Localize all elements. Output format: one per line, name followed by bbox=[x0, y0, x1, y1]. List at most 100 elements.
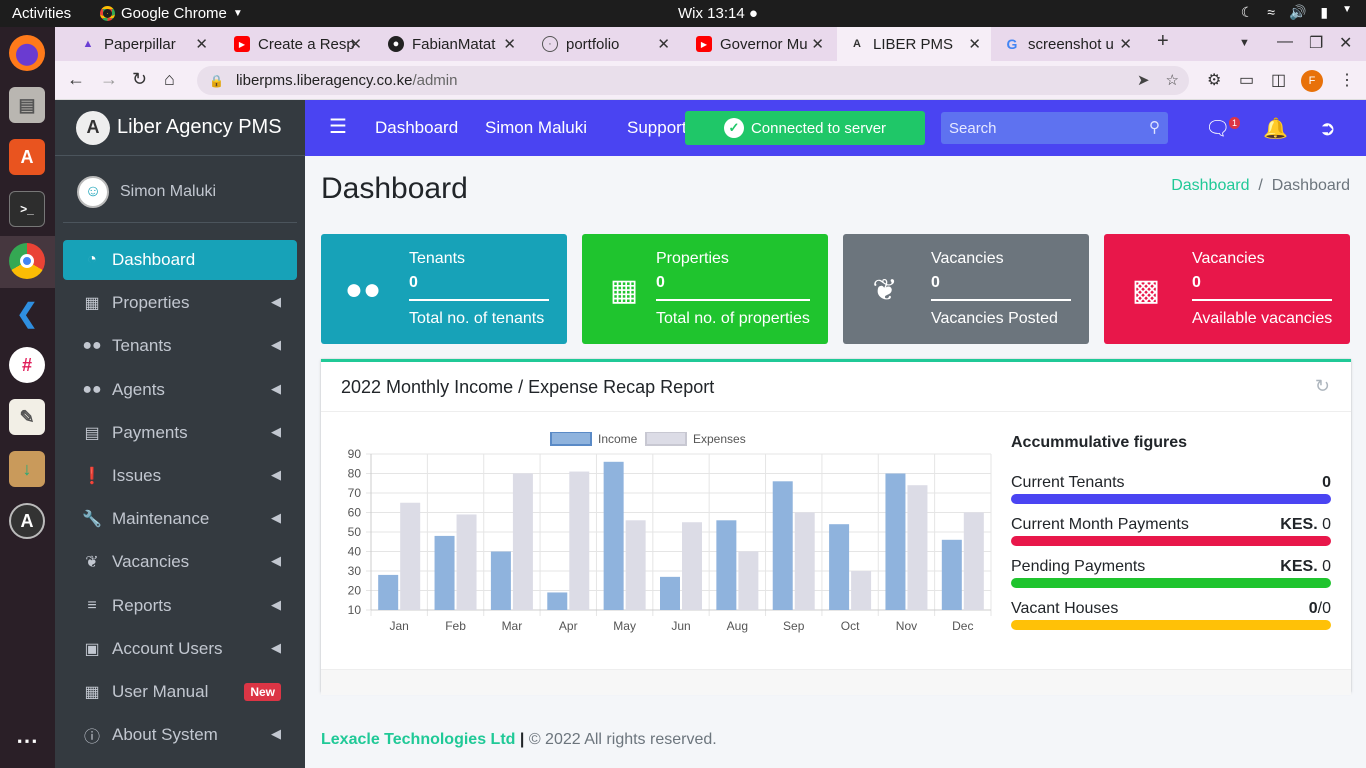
user-panel[interactable]: ☺ Simon Maluki bbox=[63, 162, 297, 223]
terminal-icon[interactable]: >_ bbox=[9, 191, 45, 227]
legend-swatch bbox=[550, 432, 592, 446]
x-tick-label: Mar bbox=[502, 619, 523, 633]
system-tray[interactable]: ☾ ≈ 🔊 ▮ ▼ bbox=[1241, 4, 1352, 21]
y-tick-label: 40 bbox=[348, 545, 362, 559]
close-icon[interactable]: ✕ bbox=[657, 35, 670, 53]
browser-tab[interactable]: ▶ Create a Resp ✕ bbox=[222, 27, 372, 61]
globe-icon: · bbox=[542, 36, 558, 52]
bell-icon[interactable]: 🔔 bbox=[1263, 116, 1288, 141]
new-tab-icon[interactable]: + bbox=[1157, 30, 1169, 53]
chevron-left-icon: ◀ bbox=[271, 553, 281, 569]
sidebar-item-reports[interactable]: ≡ Reports ◀ bbox=[63, 586, 297, 626]
hamburger-menu-icon[interactable]: ☰ bbox=[329, 114, 347, 139]
chrome-icon[interactable] bbox=[9, 243, 45, 279]
text-editor-icon[interactable]: ✎ bbox=[9, 399, 45, 435]
browser-tab[interactable]: ▶ Governor Mu ✕ bbox=[684, 27, 834, 61]
info-box-value: 0 bbox=[931, 274, 940, 291]
sidebar-item-account-users[interactable]: ▣ Account Users ◀ bbox=[63, 629, 297, 669]
home-icon[interactable]: ⌂ bbox=[164, 69, 175, 90]
x-tick-label: May bbox=[613, 619, 636, 633]
sidebar-item-payments[interactable]: ▤ Payments ◀ bbox=[63, 413, 297, 453]
id-card-icon: ▣ bbox=[84, 640, 100, 658]
files-icon[interactable]: ▤ bbox=[9, 87, 45, 123]
bookmark-star-icon[interactable]: ☆ bbox=[1166, 71, 1179, 89]
sidebar-item-agents[interactable]: ●● Agents ◀ bbox=[63, 370, 297, 410]
send-icon[interactable]: ➤ bbox=[1137, 71, 1150, 89]
y-tick-label: 30 bbox=[348, 564, 362, 578]
close-window-icon[interactable]: ✕ bbox=[1339, 33, 1352, 53]
sidebar-item-maintenance[interactable]: 🔧 Maintenance ◀ bbox=[63, 499, 297, 539]
sidebar-item-vacancies[interactable]: ❦ Vacancies ◀ bbox=[63, 542, 297, 582]
search-icon[interactable]: ⚲ bbox=[1149, 118, 1160, 136]
nav-link-dashboard[interactable]: Dashboard bbox=[375, 118, 458, 138]
back-icon[interactable]: ← bbox=[67, 69, 85, 90]
bar-expenses bbox=[456, 514, 477, 610]
browser-tab[interactable]: ● FabianMatat ✕ bbox=[376, 27, 526, 61]
minimize-icon[interactable]: — bbox=[1277, 33, 1293, 51]
info-box-vacancies-posted[interactable]: ❦ Vacancies 0 Vacancies Posted bbox=[843, 234, 1089, 344]
figure-number: /0 bbox=[1317, 600, 1331, 617]
vscode-icon[interactable]: ❮ bbox=[9, 295, 45, 331]
app-menu[interactable]: Google Chrome ▼ bbox=[100, 5, 243, 22]
bar-income bbox=[434, 535, 455, 610]
nav-link-user[interactable]: Simon Maluki bbox=[485, 118, 587, 138]
browser-tab[interactable]: G screenshot u ✕ bbox=[992, 27, 1142, 61]
sidebar-item-user-manual[interactable]: ▦ User Manual New bbox=[63, 672, 297, 712]
footer-company[interactable]: Lexacle Technologies Ltd bbox=[321, 731, 515, 748]
breadcrumb-link[interactable]: Dashboard bbox=[1171, 177, 1249, 194]
slack-icon[interactable]: # bbox=[9, 347, 45, 383]
side-panel-icon[interactable]: ◫ bbox=[1271, 70, 1286, 90]
close-icon[interactable]: ✕ bbox=[811, 35, 824, 53]
sidebar-item-label: Reports bbox=[112, 595, 172, 615]
browser-tab[interactable]: ▲ Paperpillar ✕ bbox=[68, 27, 218, 61]
clock[interactable]: Wix 13:14 ● bbox=[678, 5, 758, 22]
updater-icon[interactable]: A bbox=[9, 503, 45, 539]
close-icon[interactable]: ✕ bbox=[349, 35, 362, 53]
tab-search-icon[interactable]: ▼ bbox=[1239, 37, 1250, 49]
sidebar-item-label: Account Users bbox=[112, 638, 223, 658]
extensions-icon[interactable]: ⚙ bbox=[1207, 70, 1221, 90]
firefox-icon[interactable] bbox=[9, 35, 45, 71]
close-icon[interactable]: ✕ bbox=[503, 35, 516, 53]
reload-icon[interactable]: ↻ bbox=[132, 69, 147, 90]
cast-icon[interactable]: ▭ bbox=[1239, 70, 1254, 90]
info-box-available-vacancies[interactable]: ▩ Vacancies 0 Available vacancies bbox=[1104, 234, 1350, 344]
forward-icon[interactable]: → bbox=[100, 69, 118, 90]
sidebar-item-dashboard[interactable]: ◔ Dashboard bbox=[63, 240, 297, 280]
leaf-icon: ❦ bbox=[85, 554, 99, 572]
info-box-desc: Vacancies Posted bbox=[931, 310, 1058, 327]
activities-button[interactable]: Activities bbox=[12, 5, 71, 22]
info-box-tenants[interactable]: ●● Tenants 0 Total no. of tenants bbox=[321, 234, 567, 344]
sidebar-item-about-system[interactable]: ⓘ About System ◀ bbox=[63, 715, 297, 755]
logout-icon[interactable]: ➲ bbox=[1319, 116, 1336, 141]
close-icon[interactable]: ✕ bbox=[1119, 35, 1132, 53]
sidebar-item-issues[interactable]: ❗ Issues ◀ bbox=[63, 456, 297, 496]
software-icon[interactable]: A bbox=[9, 139, 45, 175]
browser-tab[interactable]: · portfolio ✕ bbox=[530, 27, 680, 61]
info-box-properties[interactable]: ▦ Properties 0 Total no. of properties bbox=[582, 234, 828, 344]
breadcrumb: Dashboard / Dashboard bbox=[1171, 177, 1350, 195]
show-apps-icon[interactable]: ⋯ bbox=[9, 723, 45, 759]
address-bar[interactable]: 🔒 liberpms.liberagency.co.ke/admin ➤ ☆ bbox=[197, 66, 1189, 95]
messages-icon[interactable]: 🗨 bbox=[1205, 116, 1230, 141]
report-card: 2022 Monthly Income / Expense Recap Repo… bbox=[321, 359, 1351, 695]
archive-icon[interactable]: ↓ bbox=[9, 451, 45, 487]
search-input[interactable] bbox=[941, 112, 1141, 144]
info-box-value: 0 bbox=[656, 274, 665, 291]
brand-link[interactable]: A Liber Agency PMS bbox=[55, 100, 305, 156]
sidebar-item-properties[interactable]: ▦ Properties ◀ bbox=[63, 283, 297, 323]
bar-expenses bbox=[682, 522, 702, 610]
close-icon[interactable]: ✕ bbox=[195, 35, 208, 53]
youtube-icon: ▶ bbox=[234, 36, 250, 52]
menu-kebab-icon[interactable]: ⋮ bbox=[1339, 70, 1355, 90]
x-tick-label: Dec bbox=[952, 619, 973, 633]
figure-value: 0/0 bbox=[1309, 600, 1331, 618]
close-icon[interactable]: ✕ bbox=[968, 35, 981, 53]
profile-avatar[interactable]: F bbox=[1301, 70, 1323, 92]
info-box-label: Vacancies bbox=[931, 250, 1004, 267]
nav-link-support[interactable]: Support bbox=[627, 118, 687, 138]
browser-tab-active[interactable]: A LIBER PMS ✕ bbox=[837, 27, 991, 61]
refresh-icon[interactable]: ↻ bbox=[1315, 376, 1330, 397]
maximize-icon[interactable]: ❐ bbox=[1309, 33, 1323, 53]
sidebar-item-tenants[interactable]: ●● Tenants ◀ bbox=[63, 326, 297, 366]
